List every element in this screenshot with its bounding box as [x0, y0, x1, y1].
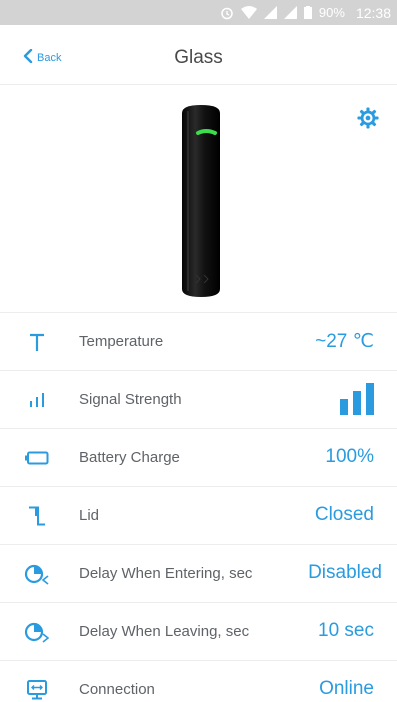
delay-leaving-icon: [24, 620, 50, 644]
cell-signal-icon: [263, 6, 277, 19]
signal-strength-icon: [24, 388, 50, 412]
device-header: [0, 85, 397, 313]
temperature-label: Temperature: [79, 333, 164, 350]
battery-status-icon: [303, 6, 312, 19]
connection-label: Connection: [79, 681, 155, 698]
delay-leaving-value: 10 sec: [318, 620, 374, 641]
delay-entering-label: Delay When Entering, sec: [79, 565, 253, 582]
temperature-row[interactable]: Temperature ~27 ℃: [0, 313, 397, 371]
wifi-icon: [240, 6, 257, 19]
battery-value: 100%: [325, 446, 374, 467]
connection-value: Online: [319, 678, 374, 699]
lid-row[interactable]: Lid Closed: [0, 487, 397, 545]
delay-leaving-label: Delay When Leaving, sec: [79, 623, 250, 640]
clock-time: 12:38: [355, 4, 391, 21]
temperature-icon: [24, 330, 50, 354]
status-bar: 90% 12:38: [0, 0, 397, 25]
delay-entering-row[interactable]: Delay When Entering, sec Disabled: [0, 545, 397, 603]
signal-strength-row[interactable]: Signal Strength: [0, 371, 397, 429]
battery-row[interactable]: Battery Charge 100%: [0, 429, 397, 487]
connection-icon: [24, 678, 50, 702]
signal-strength-label: Signal Strength: [79, 391, 182, 408]
lid-label: Lid: [79, 507, 100, 524]
lid-icon: [24, 504, 50, 528]
alarm-clock-icon: [220, 6, 234, 20]
navigation-bar: Back Glass: [0, 25, 397, 85]
delay-entering-value: Disabled: [308, 562, 382, 583]
delay-leaving-row[interactable]: Delay When Leaving, sec 10 sec: [0, 603, 397, 661]
delay-entering-icon: [24, 562, 50, 586]
settings-button[interactable]: [357, 107, 379, 134]
battery-percent: 90%: [318, 5, 345, 20]
battery-label: Battery Charge: [79, 449, 180, 466]
lid-value: Closed: [314, 504, 374, 525]
gear-icon: [357, 107, 379, 133]
temperature-value: ~27 ℃: [315, 331, 374, 352]
cell-signal-icon-2: [283, 6, 297, 19]
signal-bars-indicator: [340, 383, 374, 421]
battery-icon: [24, 446, 50, 470]
device-image: [176, 103, 226, 304]
connection-row[interactable]: Connection Online: [0, 661, 397, 702]
page-title: Glass: [174, 47, 223, 68]
